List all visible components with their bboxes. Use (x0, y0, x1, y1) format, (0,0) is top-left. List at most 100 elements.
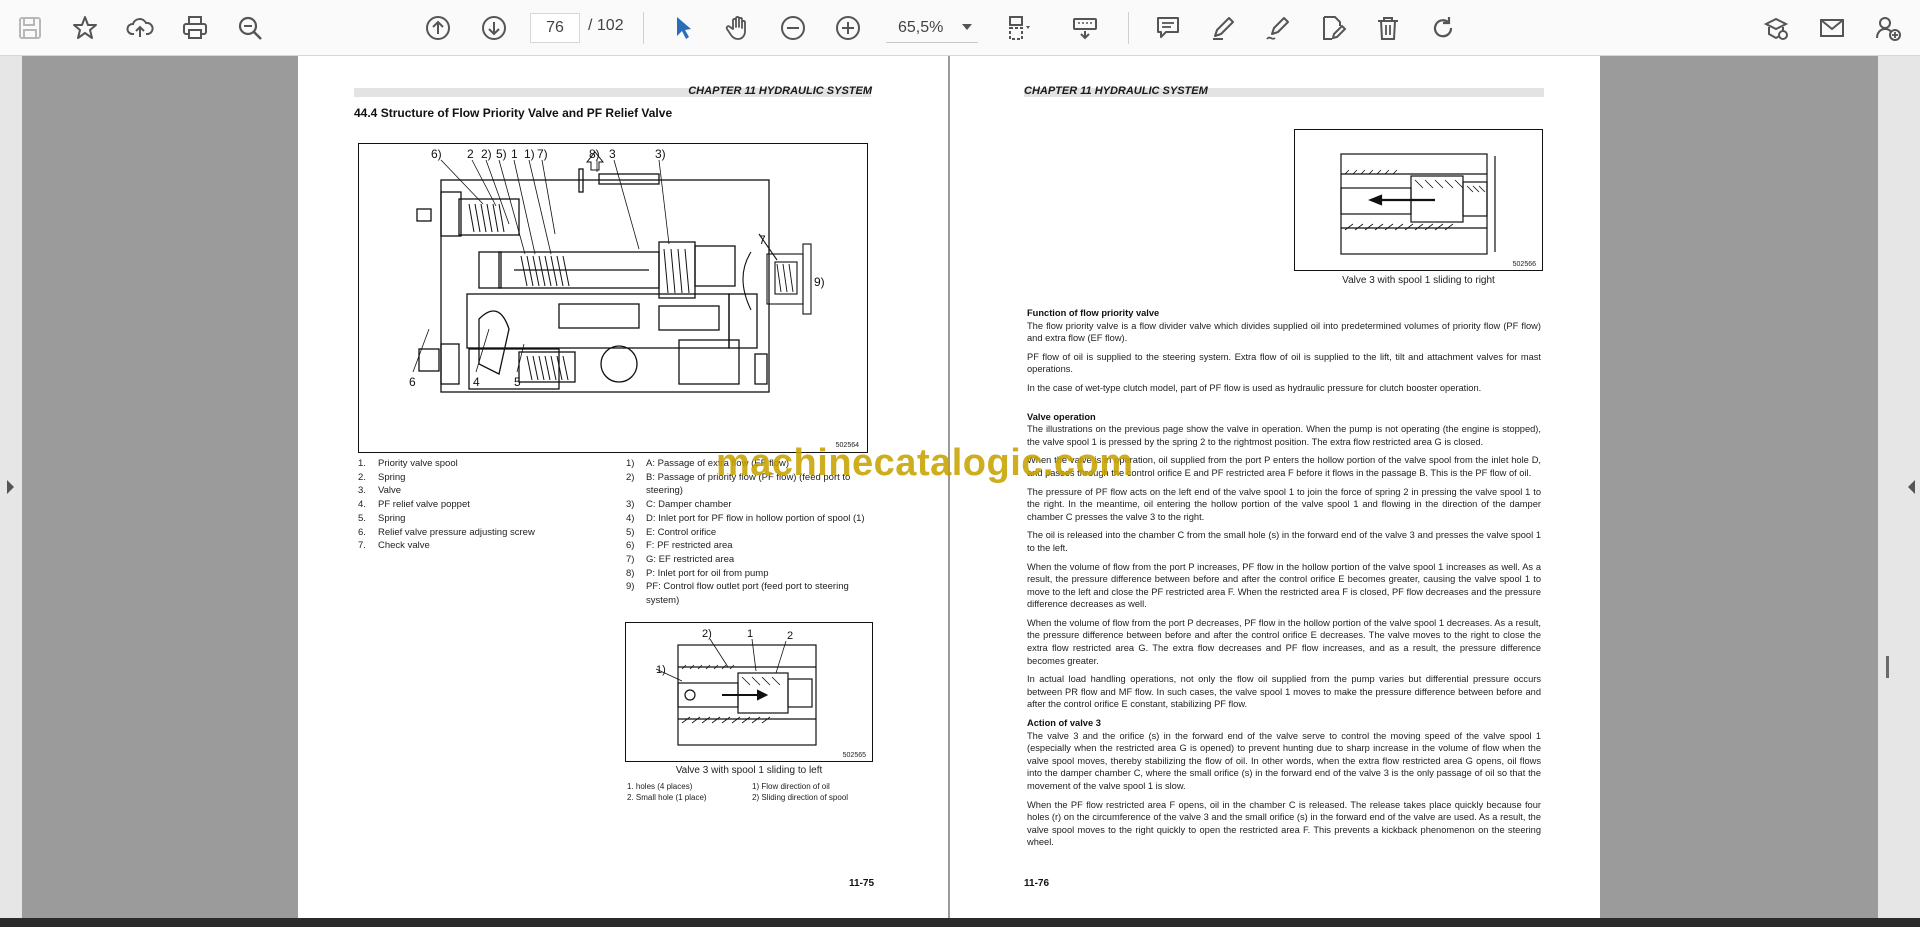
legend-item: 9) PF: Control flow outlet port (feed por… (626, 580, 872, 607)
toolbar: 76 / 102 65,5% (0, 0, 1920, 56)
legend-text: Priority valve spool (378, 458, 458, 469)
valve-left-diagram: 2) 1 2 1) (655, 628, 817, 746)
legend-text: Spring (378, 471, 406, 483)
legend-text: F: PF restricted area (646, 540, 733, 552)
pdf-page-right: CHAPTER 11 HYDRAULIC SYSTEM 502566 Valve… (950, 56, 1600, 918)
expand-right-arrow-icon[interactable] (1908, 480, 1915, 494)
comment-icon[interactable] (1148, 8, 1188, 48)
legend-item: 7) G: EF restricted area (626, 553, 872, 567)
callout-label: 5 (514, 375, 521, 389)
toolbar-divider (1128, 12, 1129, 44)
legend-number: 3) (626, 499, 635, 511)
callout-label: 6 (409, 375, 416, 389)
highlight-pen-icon[interactable] (1203, 8, 1243, 48)
zoom-select[interactable]: 65,5% (886, 13, 978, 43)
zoom-value: 65,5% (898, 18, 944, 36)
pdf-viewer-app: 76 / 102 65,5% CHAPTER 11 HYDRAULIC SYST… (0, 0, 1920, 927)
paragraph: PF flow of oil is supplied to the steeri… (1027, 351, 1541, 375)
legend-item: 1. holes (4 places) (627, 782, 693, 791)
draw-sign-icon[interactable] (1258, 8, 1298, 48)
legend-item: 1) Flow direction of oil (752, 782, 830, 791)
save-icon[interactable] (10, 8, 50, 48)
legend-item: 3. Valve (358, 484, 608, 498)
legend-item: 1. Priority valve spool (358, 457, 608, 471)
paragraph: When the volume of flow from the port P … (1027, 561, 1541, 610)
left-panel-toggle[interactable] (0, 56, 22, 918)
legend-number: 6) (626, 540, 635, 552)
subheading: Action of valve 3 (1027, 718, 1101, 729)
legend-number: 2. (358, 471, 366, 483)
rotate-redo-icon[interactable] (1423, 8, 1463, 48)
account-add-icon[interactable] (1868, 8, 1908, 48)
paragraph: The pressure of PF flow acts on the left… (1027, 486, 1541, 522)
find-zoom-icon[interactable] (230, 8, 270, 48)
legend-item: 2. Small hole (1 place) (627, 793, 707, 802)
zoom-out-icon[interactable] (773, 8, 813, 48)
legend-text: D: Inlet port for PF flow in hollow port… (646, 512, 865, 524)
callout-label: 6) (431, 147, 442, 161)
legend-text: C: Damper chamber (646, 499, 732, 511)
trash-icon[interactable] (1368, 8, 1408, 48)
zoom-in-icon[interactable] (828, 8, 868, 48)
print-icon[interactable] (175, 8, 215, 48)
share-link-icon[interactable] (1756, 8, 1796, 48)
legend-item: 3) C: Damper chamber (626, 498, 872, 512)
hand-tool-icon[interactable] (718, 8, 758, 48)
legend-text: PF relief valve poppet (378, 499, 470, 511)
legend-number: 6. (358, 526, 366, 538)
legend-number: 7) (626, 553, 635, 565)
legend-item: 7. Check valve (358, 539, 608, 553)
pdf-page-left: CHAPTER 11 HYDRAULIC SYSTEM 44.4 Structu… (298, 56, 948, 918)
bookmark-star-icon[interactable] (65, 8, 105, 48)
legend-item: 8) P: Inlet port for oil from pump (626, 567, 872, 581)
next-page-icon[interactable] (474, 8, 514, 48)
callout-label: 3 (609, 147, 616, 161)
chapter-header: CHAPTER 11 HYDRAULIC SYSTEM (1024, 85, 1208, 97)
legend-number: 2) (626, 471, 635, 483)
legend-text: Valve (378, 485, 402, 497)
email-icon[interactable] (1812, 8, 1852, 48)
page-total: / 102 (588, 17, 624, 34)
legend-number: 1) (626, 458, 635, 469)
callout-label: 9) (814, 275, 825, 289)
upload-cloud-icon[interactable] (120, 8, 160, 48)
watermark-text: machinecatalogic.com (716, 442, 1134, 484)
legend-number: 4) (626, 512, 635, 524)
callout-label: 7) (537, 147, 548, 161)
legend-number: 5) (626, 526, 635, 538)
chevron-down-icon (962, 24, 972, 30)
callout-label: 1) (656, 664, 666, 676)
callout-label: 1) (524, 147, 535, 161)
legend-item: 4) D: Inlet port for PF flow in hollow po… (626, 512, 872, 526)
figure-code: 502566 (1512, 261, 1536, 268)
paragraph: In the case of wet-type clutch model, pa… (1027, 382, 1482, 393)
figure-caption: Valve 3 with spool 1 sliding to right (1342, 275, 1495, 286)
legend-item: 5) E: Control orifice (626, 526, 872, 540)
legend-text: G: EF restricted area (646, 553, 735, 565)
page-view-icon[interactable] (1000, 8, 1040, 48)
page-number-input[interactable]: 76 (530, 13, 580, 43)
paragraph: The oil is released into the chamber C f… (1027, 530, 1541, 553)
keyboard-tool-icon[interactable] (1065, 8, 1105, 48)
legend-item: 6. Relief valve pressure adjusting screw (358, 526, 608, 540)
legend-number: 9) (626, 581, 635, 593)
select-cursor-icon[interactable] (663, 8, 703, 48)
callout-label: 4 (473, 375, 480, 389)
figure-code: 502565 (842, 752, 866, 759)
callout-label: 1 (747, 628, 753, 640)
previous-page-icon[interactable] (418, 8, 458, 48)
parts-legend: 1. Priority valve spool 2. Spring 3. Valve 4. P… (358, 457, 608, 553)
body-text: Function of flow priority valve The flow… (1027, 303, 1541, 855)
scrollbar-thumb[interactable] (1886, 656, 1889, 678)
section-title: 44.4 Structure of Flow Priority Valve an… (354, 106, 673, 120)
expand-left-arrow-icon[interactable] (7, 480, 14, 494)
subheading: Function of flow priority valve (1027, 308, 1160, 318)
legend-item: 5. Spring (358, 512, 608, 526)
valve-diagram: 6) 2 2) 5) 1 1) 7) 8) 3 3) 6 4 5 7 9) (409, 147, 825, 393)
page-number: 11-76 (1024, 878, 1050, 889)
right-panel-toggle[interactable] (1878, 56, 1920, 918)
edit-document-icon[interactable] (1313, 8, 1353, 48)
callout-label: 8) (589, 147, 600, 161)
paragraph: When the volume of flow from the port P … (1027, 617, 1541, 666)
callout-label: 2 (787, 630, 793, 642)
